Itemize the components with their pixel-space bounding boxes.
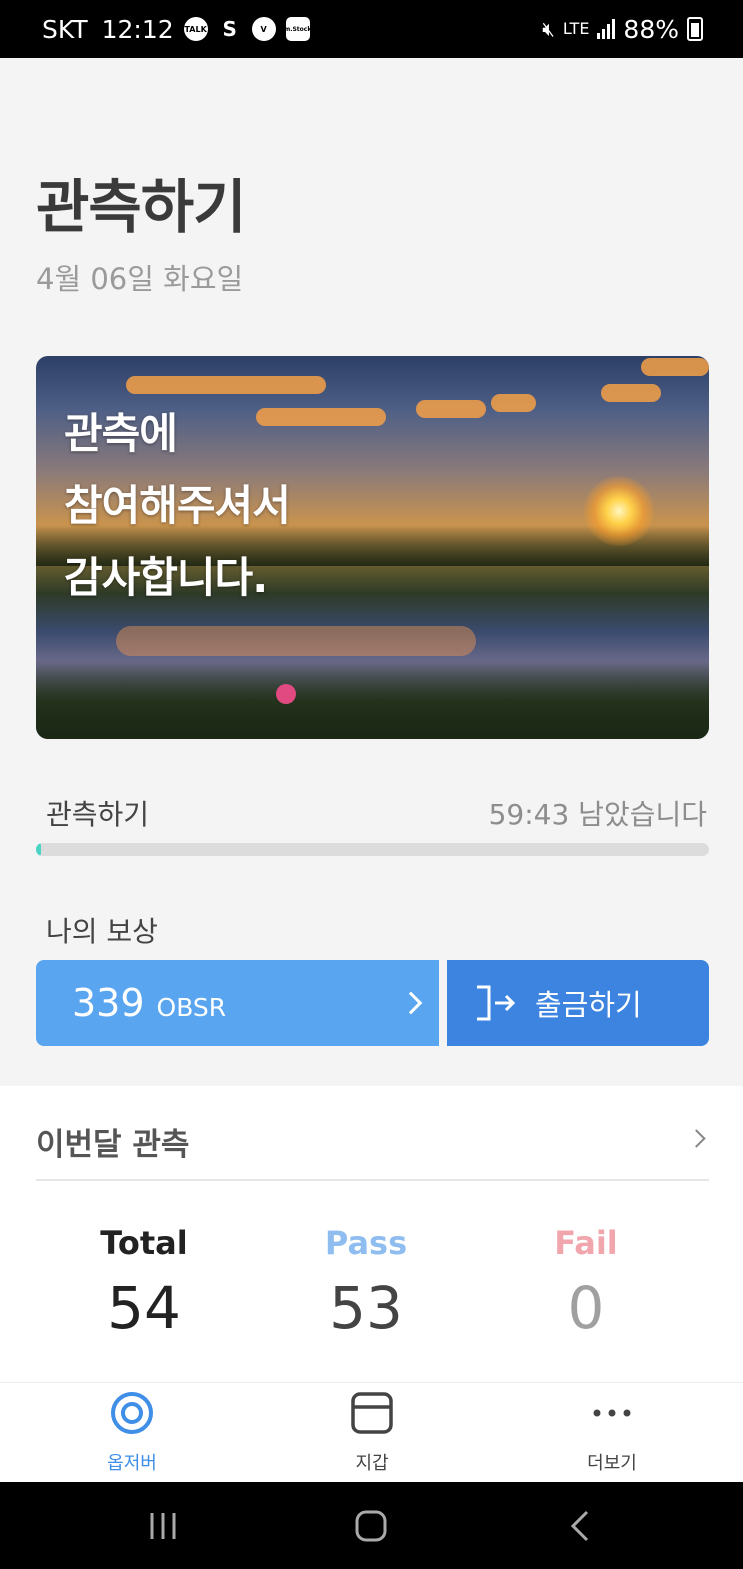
- back-button[interactable]: [560, 1482, 600, 1569]
- cloud: [491, 394, 536, 412]
- network-type: LTE: [562, 19, 590, 38]
- monthly-observation-card: 이번달 관측 Total 54 Pass 53 Fail 0: [0, 1086, 743, 1382]
- water-reflection: [116, 626, 476, 656]
- banner-line: 관측에: [64, 409, 178, 458]
- recent-apps-icon: [150, 1512, 176, 1539]
- stat-pass: Pass 53: [266, 1224, 466, 1342]
- stat-fail-value: 0: [567, 1274, 605, 1342]
- banner-line: 감사합니다.: [64, 553, 268, 602]
- back-icon: [570, 1510, 589, 1541]
- time-remaining: 59:43 남았습니다: [488, 798, 707, 831]
- chevron-right-icon[interactable]: [687, 1129, 706, 1148]
- battery-percent: 88%: [623, 14, 679, 44]
- withdraw-button[interactable]: 출금하기: [447, 960, 709, 1046]
- divider: [36, 1179, 709, 1181]
- observation-label: 관측하기: [46, 798, 150, 831]
- cloud: [126, 376, 326, 394]
- mute-icon: 🔇︎: [542, 17, 555, 41]
- carrier-label: SKT: [42, 14, 88, 44]
- reward-amount: 339: [72, 981, 145, 1025]
- stat-fail-label: Fail: [554, 1224, 618, 1262]
- bottom-nav: 옵저버 지갑 더보기: [0, 1382, 743, 1482]
- clock: 12:12: [101, 14, 174, 44]
- stat-pass-label: Pass: [324, 1224, 408, 1262]
- banner-line: 참여해주셔서: [64, 481, 291, 530]
- stat-fail: Fail 0: [486, 1224, 686, 1342]
- nav-observer-label: 옵저버: [107, 1453, 157, 1474]
- nav-observer[interactable]: 옵저버: [62, 1383, 202, 1483]
- stat-pass-value: 53: [329, 1274, 403, 1342]
- stat-total-label: Total: [100, 1224, 188, 1262]
- chevron-right-icon: [399, 991, 423, 1015]
- cloud: [601, 384, 661, 402]
- nav-more[interactable]: 더보기: [542, 1383, 682, 1483]
- system-nav-bar: [0, 1482, 743, 1569]
- banner-image: 관측에 참여해주셔서 감사합니다.: [36, 356, 709, 739]
- monthly-title[interactable]: 이번달 관측: [36, 1119, 189, 1164]
- grass: [36, 659, 709, 739]
- more-icon: [593, 1409, 631, 1417]
- date-label: 4월 06일 화요일: [36, 262, 244, 296]
- flower: [276, 684, 296, 704]
- reward-section-label: 나의 보상: [46, 915, 158, 948]
- home-icon: [355, 1510, 387, 1541]
- page-title: 관측하기: [36, 173, 246, 241]
- banner-message: 관측에 참여해주셔서 감사합니다.: [64, 398, 291, 614]
- cloud: [641, 358, 709, 376]
- wallet-icon: [351, 1392, 393, 1434]
- progress-fill: [36, 843, 42, 856]
- reward-balance-button[interactable]: 339 OBSR: [36, 960, 439, 1046]
- sun: [584, 476, 654, 546]
- withdraw-label: 출금하기: [535, 988, 642, 1022]
- status-bar: SKT 12:12 TALK S V m.Stock 🔇︎ LTE 88%: [0, 0, 743, 58]
- kakaotalk-notification-icon: TALK: [183, 17, 208, 41]
- s-notification-icon: S: [222, 17, 237, 41]
- withdraw-icon: [477, 985, 516, 1021]
- reward-unit: OBSR: [156, 992, 227, 1022]
- observer-logo-icon: [111, 1392, 153, 1434]
- mstock-notification-icon: m.Stock: [284, 17, 311, 41]
- recent-apps-button[interactable]: [140, 1482, 186, 1569]
- nav-wallet[interactable]: 지갑: [302, 1383, 442, 1483]
- stat-total-value: 54: [107, 1274, 181, 1342]
- signal-icon: [597, 19, 616, 39]
- nav-wallet-label: 지갑: [355, 1453, 389, 1474]
- v-notification-icon: V: [251, 17, 276, 41]
- stat-total: Total 54: [44, 1224, 244, 1342]
- observation-progress-bar: [36, 843, 709, 856]
- nav-more-label: 더보기: [587, 1453, 637, 1474]
- battery-icon: [687, 17, 703, 41]
- home-button[interactable]: [348, 1482, 394, 1569]
- cloud: [416, 400, 486, 418]
